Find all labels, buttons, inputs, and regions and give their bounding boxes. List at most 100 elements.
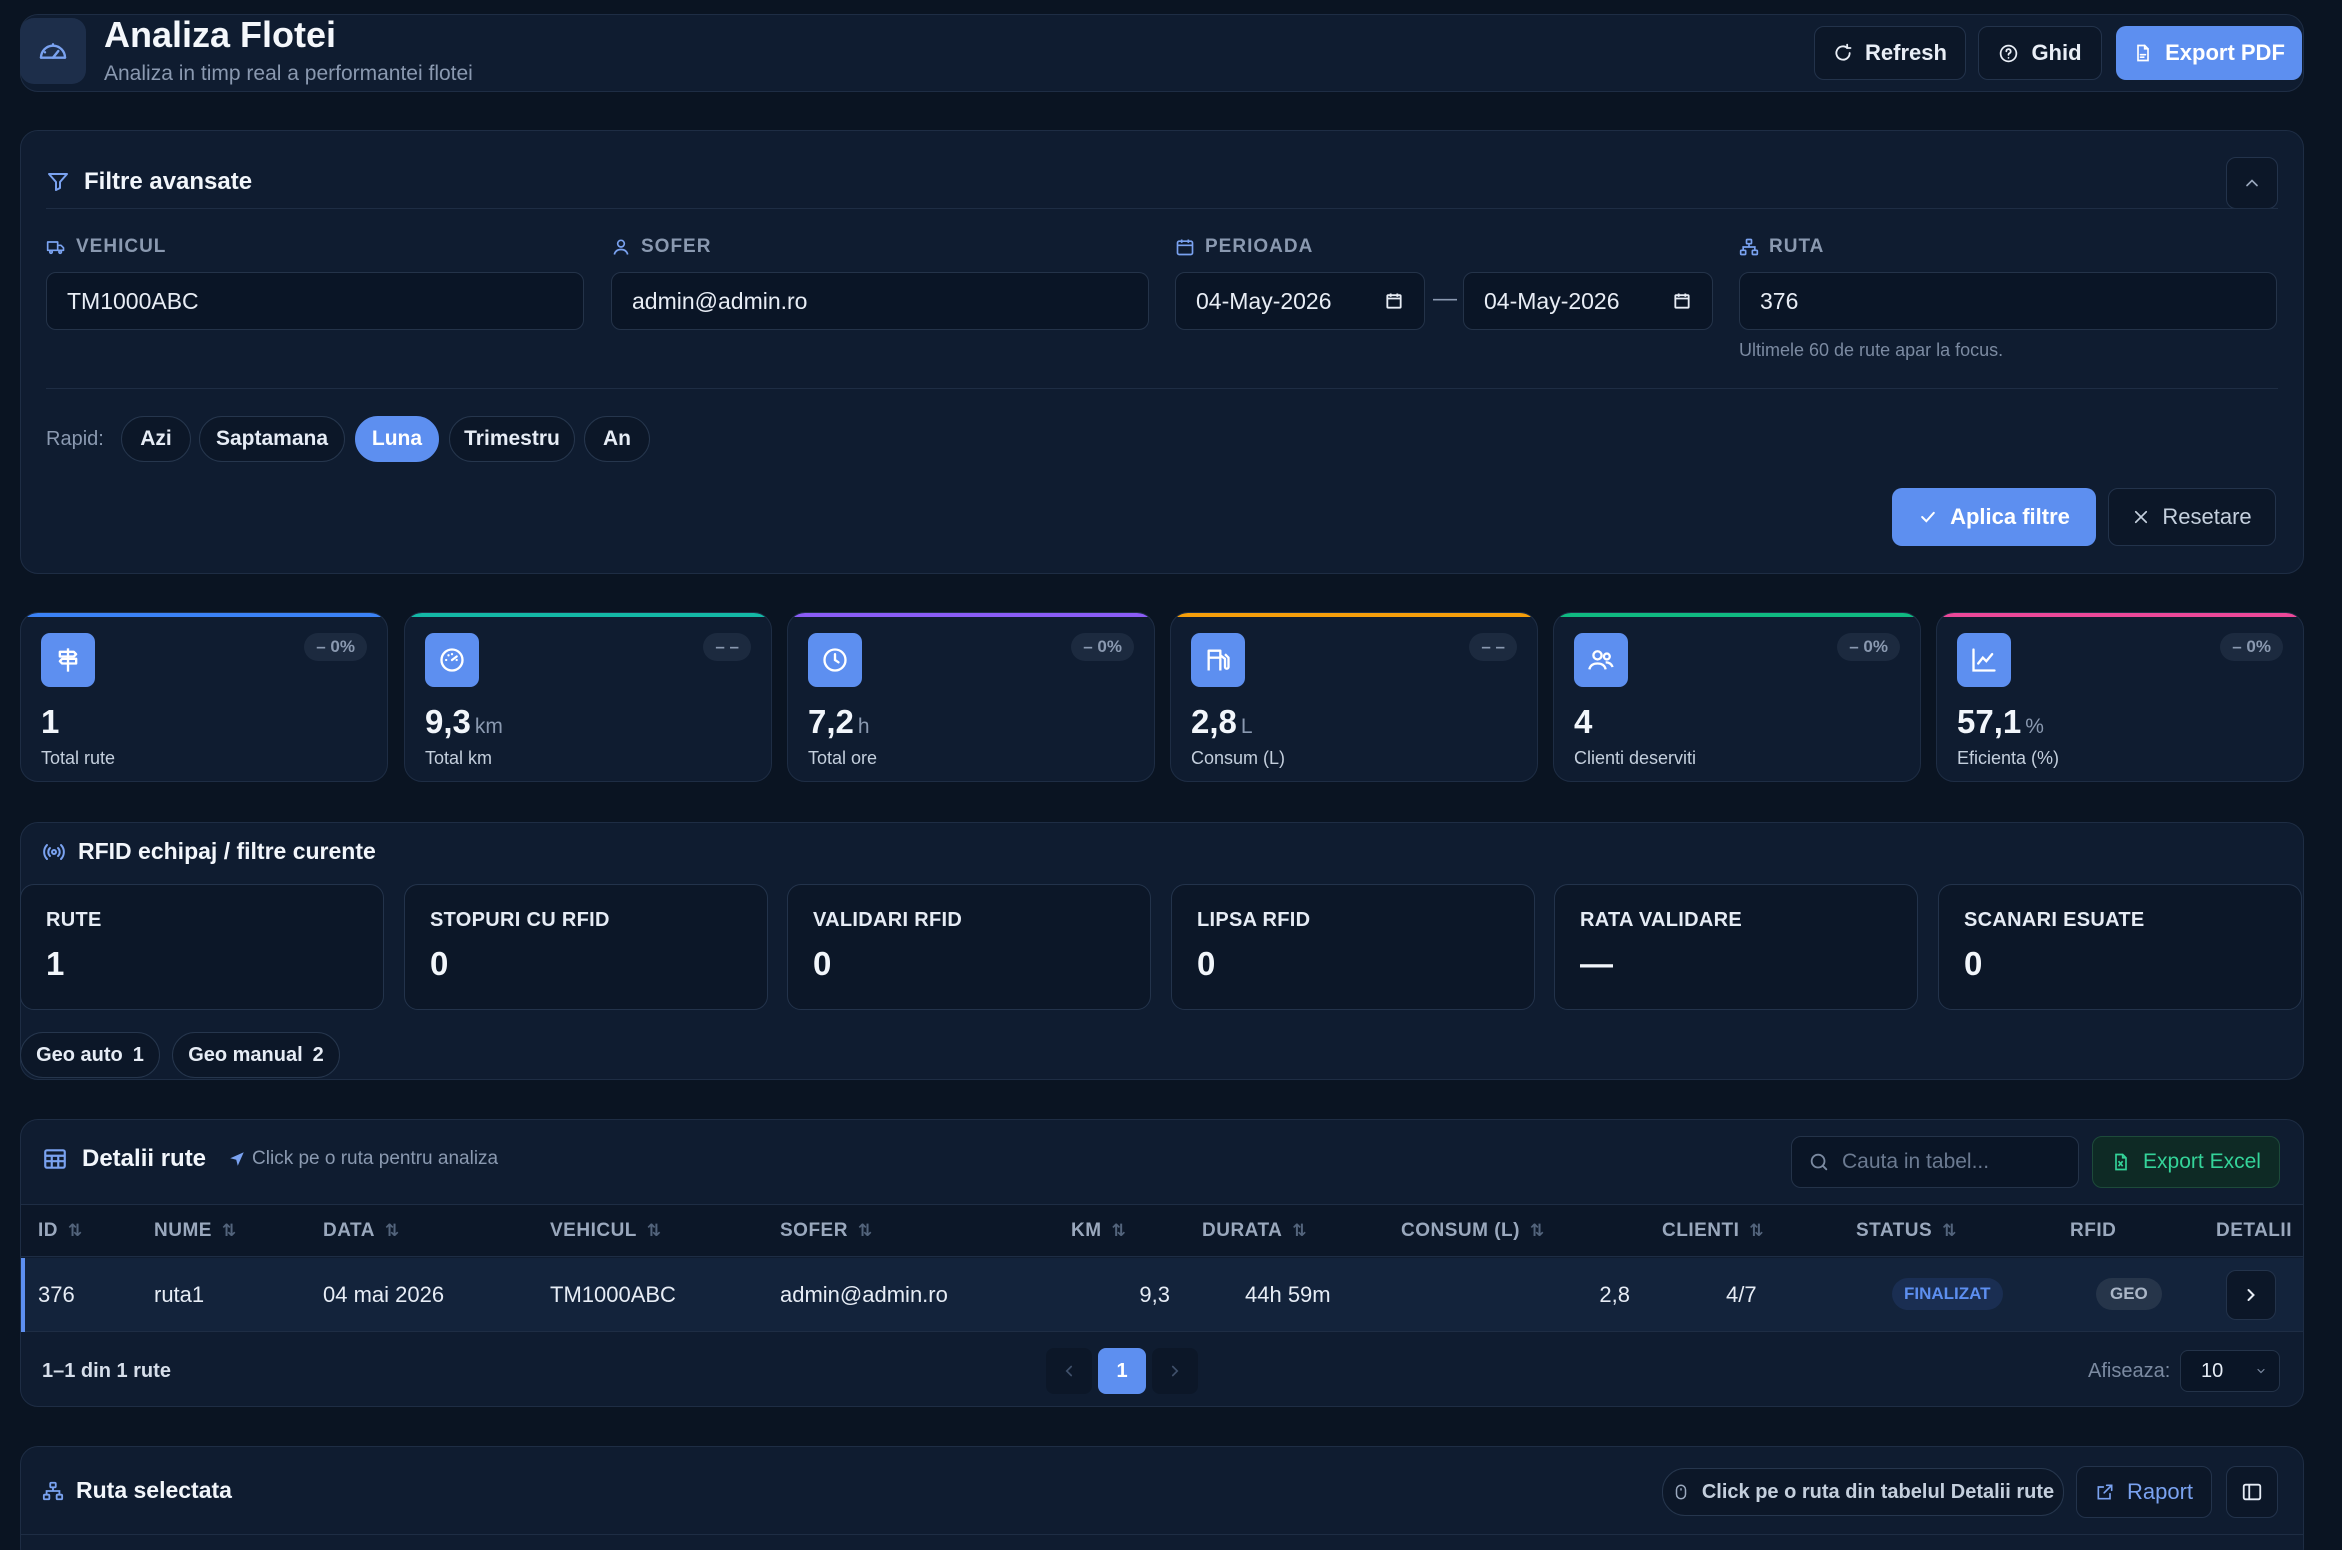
chevron-right-icon [1171, 1365, 1179, 1377]
table-icon [44, 1149, 66, 1169]
truck-icon [46, 241, 65, 255]
panel-icon [2242, 1483, 2262, 1501]
geo-auto-chip[interactable]: Geo auto 1 [20, 1032, 160, 1078]
calendar-picker-icon[interactable] [1672, 291, 1692, 311]
rfid-stat-label: RATA VALIDARE [1580, 909, 1743, 931]
rfid-header: RFID echipaj / filtre curente [42, 838, 376, 865]
filter-icon [48, 173, 68, 191]
column-date[interactable]: DATA ⇅ [323, 1220, 400, 1242]
status-badge: FINALIZAT [1892, 1278, 2003, 1310]
table-search-input[interactable]: Cauta in tabel... [1791, 1136, 2079, 1188]
guide-button[interactable]: Ghid [1978, 26, 2102, 80]
rfid-badge: GEO [2096, 1278, 2162, 1310]
sort-icon: ⇅ [384, 1221, 400, 1240]
selected-route-title: Ruta selectata [76, 1477, 232, 1503]
next-page-button[interactable] [1152, 1348, 1198, 1394]
column-id[interactable]: ID ⇅ [38, 1220, 83, 1242]
selected-route-hint: Click pe o ruta din tabelul Detalii rute [1662, 1468, 2064, 1516]
apply-filters-label: Aplica filtre [1950, 504, 2070, 529]
kpi-icon-box [1574, 633, 1628, 687]
column-km[interactable]: KM ⇅ [1071, 1220, 1126, 1242]
sort-icon: ⇅ [68, 1221, 83, 1240]
export-pdf-button[interactable]: Export PDF [2116, 26, 2302, 80]
column-label: VEHICUL [550, 1220, 637, 1241]
reset-filters-button[interactable]: Resetare [2108, 488, 2276, 546]
refresh-button[interactable]: Refresh [1814, 26, 1966, 80]
column-status[interactable]: STATUS ⇅ [1856, 1220, 1957, 1242]
apply-filters-button[interactable]: Aplica filtre [1892, 488, 2096, 546]
column-label: RFID [2070, 1220, 2117, 1241]
date-from-input[interactable]: 04-May-2026 [1175, 272, 1425, 330]
rfid-stat-label: RUTE [46, 909, 102, 931]
route-input[interactable]: 376 [1739, 272, 2277, 330]
kpi-card-total-hours: – 0% 7,2 h Total ore [787, 612, 1155, 782]
collapse-filters-button[interactable] [2226, 157, 2278, 209]
kpi-label: Clienti deserviti [1574, 748, 1697, 768]
column-label: CONSUM (L) [1401, 1220, 1520, 1241]
rfid-stat-label: LIPSA RFID [1197, 909, 1311, 931]
column-vehicle[interactable]: VEHICUL ⇅ [550, 1220, 662, 1242]
toggle-sidebar-button[interactable] [2226, 1466, 2278, 1518]
check-icon [1921, 511, 1935, 523]
route-network-icon [1739, 238, 1759, 256]
sort-icon: ⇅ [1111, 1221, 1127, 1240]
geo-manual-chip[interactable]: Geo manual 2 [172, 1032, 340, 1078]
prev-page-button[interactable] [1046, 1348, 1092, 1394]
report-button[interactable]: Raport [2076, 1466, 2212, 1518]
column-driver[interactable]: SOFER ⇅ [780, 1220, 873, 1242]
quick-chip-saptamana[interactable]: Saptamana [199, 416, 345, 462]
sort-icon: ⇅ [1749, 1221, 1765, 1240]
column-name[interactable]: NUME ⇅ [154, 1220, 237, 1242]
quick-chip-an[interactable]: An [584, 416, 650, 462]
column-clients[interactable]: CLIENTI ⇅ [1662, 1220, 1764, 1242]
filters-header[interactable]: Filtre avansate [46, 168, 252, 196]
column-duration[interactable]: DURATA ⇅ [1202, 1220, 1307, 1242]
refresh-label: Refresh [1865, 40, 1947, 65]
column-details: DETALII [2216, 1220, 2292, 1242]
rfid-stat-label: VALIDARI RFID [813, 909, 963, 931]
rfid-stat-value: 0 [813, 945, 832, 982]
export-excel-button[interactable]: Export Excel [2092, 1136, 2280, 1188]
divider [21, 1534, 2303, 1535]
route-label-text: RUTA [1769, 236, 1825, 257]
export-excel-label: Export Excel [2143, 1150, 2261, 1173]
page-button-current[interactable]: 1 [1098, 1348, 1146, 1394]
vehicle-value: TM1000ABC [67, 287, 199, 314]
quick-chip-trimestru[interactable]: Trimestru [449, 416, 575, 462]
kpi-delta-badge: – – [1469, 633, 1517, 661]
rfid-stat-value: 0 [430, 945, 449, 982]
chevron-up-icon [2246, 179, 2258, 187]
cell-duration: 44h 59m [1245, 1282, 1331, 1307]
calendar-picker-icon[interactable] [1384, 291, 1404, 311]
rfid-stat-routes: RUTE 1 [20, 884, 384, 1010]
geo-auto-count: 1 [132, 1043, 144, 1066]
driver-input[interactable]: admin@admin.ro [611, 272, 1149, 330]
column-label: STATUS [1856, 1220, 1933, 1241]
quick-chip-luna[interactable]: Luna [355, 416, 439, 462]
column-label: DETALII [2216, 1220, 2292, 1241]
quick-chip-azi[interactable]: Azi [121, 416, 191, 462]
kpi-icon-box [808, 633, 862, 687]
row-details-button[interactable] [2226, 1270, 2276, 1320]
kpi-value: 57,1% [1957, 703, 2044, 741]
kpi-value-number: 4 [1574, 703, 1593, 740]
cell-name: ruta1 [154, 1282, 205, 1307]
vehicle-input[interactable]: TM1000ABC [46, 272, 584, 330]
date-to-input[interactable]: 04-May-2026 [1463, 272, 1713, 330]
date-from-value: 04-May-2026 [1196, 287, 1332, 314]
kpi-label: Total km [425, 748, 493, 768]
per-page-select[interactable]: 10 [2180, 1350, 2280, 1392]
vehicle-label-text: VEHICUL [76, 236, 167, 257]
vehicle-label: VEHICUL [46, 236, 166, 258]
kpi-value-number: 57,1 [1957, 703, 2022, 740]
column-consumption[interactable]: CONSUM (L) ⇅ [1401, 1220, 1545, 1242]
selected-route-header: Ruta selectata [42, 1477, 232, 1504]
kpi-label: Total ore [808, 748, 878, 768]
kpi-value: 7,2 h [808, 703, 870, 741]
trend-icon [1972, 648, 1996, 672]
kpi-icon-box [1957, 633, 2011, 687]
route-label: RUTA [1739, 236, 1824, 258]
rfid-stat-label: SCANARI ESUATE [1964, 909, 2145, 931]
kpi-value-number: 2,8 [1191, 703, 1237, 740]
kpi-icon-box [41, 633, 95, 687]
